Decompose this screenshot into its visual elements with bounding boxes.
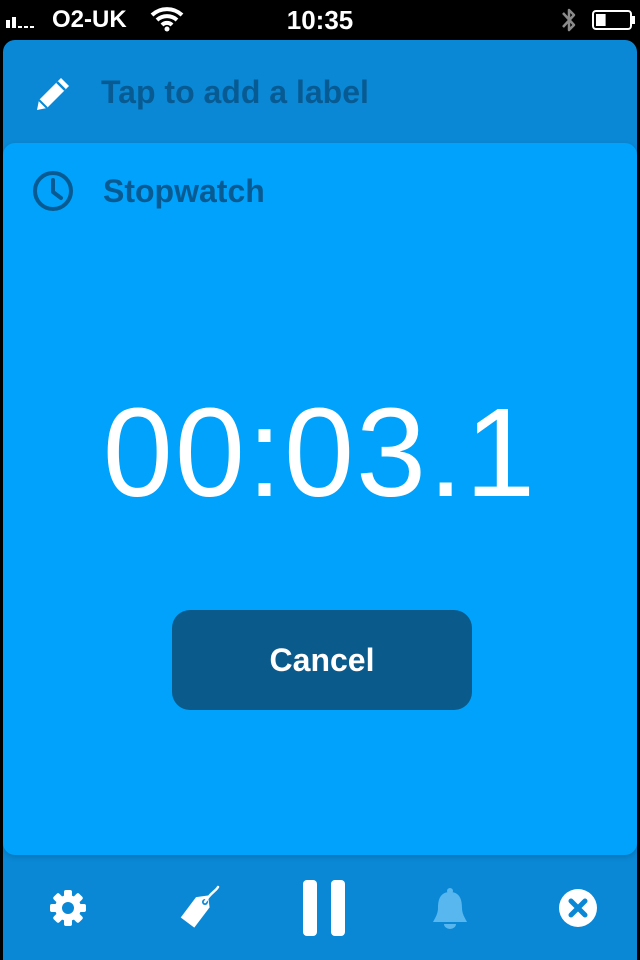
pause-button[interactable]	[289, 855, 359, 960]
tag-icon	[180, 885, 220, 928]
clock-icon	[33, 171, 73, 211]
status-bar: O2-UK 10:35	[0, 0, 640, 40]
label-row[interactable]: Tap to add a label	[3, 40, 637, 144]
pencil-icon	[37, 78, 69, 110]
battery-icon	[592, 10, 635, 30]
cancel-button[interactable]: Cancel	[172, 610, 472, 710]
bluetooth-icon	[562, 8, 576, 32]
status-time: 10:35	[286, 5, 354, 35]
delete-button[interactable]	[543, 855, 613, 960]
app-container: Tap to add a label Stopwatch 00:03.1 Can…	[3, 40, 637, 960]
settings-button[interactable]	[33, 855, 103, 960]
elapsed-time: 00:03.1	[102, 382, 538, 523]
bell-icon	[433, 887, 467, 929]
close-circle-icon	[559, 888, 597, 927]
gear-icon	[50, 889, 86, 926]
bottom-toolbar	[3, 855, 637, 960]
stopwatch-card: Stopwatch 00:03.1 Cancel	[3, 143, 637, 855]
card-title: Stopwatch	[103, 173, 265, 209]
tag-button[interactable]	[163, 855, 233, 960]
pause-icon	[303, 879, 345, 936]
alarm-button[interactable]	[415, 855, 485, 960]
label-placeholder: Tap to add a label	[101, 74, 369, 110]
